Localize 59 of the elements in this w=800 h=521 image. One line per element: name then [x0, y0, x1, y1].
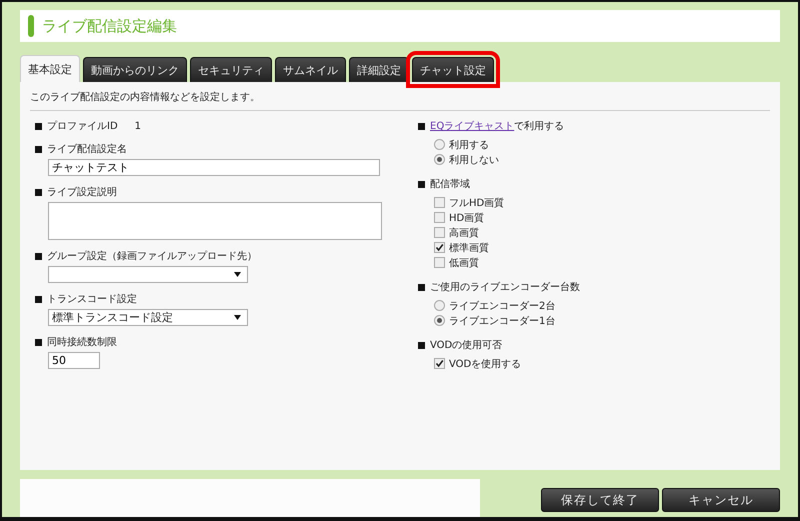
bullet-icon	[35, 122, 42, 130]
bullet-icon	[35, 296, 42, 302]
checkbox[interactable]	[434, 212, 445, 223]
input-field[interactable]: チャットテスト	[48, 159, 380, 176]
field-label: VODの使用可否	[430, 339, 502, 352]
option-label: ライブエンコーダー1台	[449, 314, 556, 328]
bullet-icon	[418, 180, 425, 188]
bullet-icon	[418, 284, 425, 290]
tab[interactable]: セキュリティ	[190, 57, 272, 82]
tab[interactable]: 詳細設定	[349, 57, 409, 82]
field-label: 同時接続数制限	[47, 336, 117, 349]
bullet-icon	[35, 338, 42, 346]
input-field[interactable]: 50	[48, 352, 100, 369]
text-area[interactable]	[48, 202, 382, 240]
bullet-icon	[418, 342, 425, 348]
option-label: 低画質	[449, 256, 479, 270]
option-label: ライブエンコーダー2台	[449, 300, 556, 312]
select-dropdown[interactable]	[48, 266, 248, 283]
accent-bar-icon	[28, 15, 34, 37]
tab[interactable]: サムネイル	[275, 57, 346, 82]
radio-button[interactable]	[434, 154, 445, 165]
option-label: VODを使用する	[449, 358, 522, 370]
field-label: ご使用のライブエンコーダー台数	[430, 280, 580, 294]
checkbox[interactable]	[434, 227, 445, 238]
tab[interactable]: 動画からのリンク	[83, 57, 187, 82]
option-label: 利用する	[449, 138, 489, 152]
link[interactable]: EQライブキャスト	[430, 121, 514, 132]
option-label: フルHD画質	[449, 196, 504, 210]
description-text: このライブ配信設定の内容情報などを設定します。	[30, 90, 261, 104]
caret-icon	[234, 272, 241, 277]
bullet-icon	[418, 122, 425, 130]
field-label: プロファイルID	[47, 120, 118, 133]
checkbox[interactable]	[434, 257, 445, 268]
radio-button[interactable]	[434, 139, 445, 150]
field-label: ライブ配信設定名	[47, 142, 127, 156]
field-label: 配信帯域	[430, 178, 470, 191]
checkbox[interactable]	[434, 242, 445, 253]
action-button[interactable]: キャンセル	[662, 488, 780, 512]
option-label: 高画質	[449, 226, 479, 240]
field-label: EQライブキャスト で利用する	[430, 120, 564, 133]
option-label: HD画質	[449, 212, 484, 224]
select-dropdown[interactable]: 標準トランスコード設定	[48, 309, 248, 326]
bullet-icon	[35, 252, 42, 260]
radio-button[interactable]	[434, 315, 445, 326]
caret-icon	[234, 315, 241, 320]
radio-button[interactable]	[434, 300, 445, 311]
checkbox[interactable]	[434, 358, 445, 369]
bullet-icon	[35, 146, 42, 152]
field-label: ライブ設定説明	[47, 186, 117, 199]
option-label: 標準画質	[449, 242, 489, 254]
bullet-icon	[35, 188, 42, 196]
option-label: 利用しない	[449, 154, 499, 166]
checkbox[interactable]	[434, 197, 445, 208]
field-value: 1	[134, 120, 142, 132]
field-label: グループ設定（録画ファイルアップロード先）	[47, 250, 257, 263]
action-button[interactable]: 保存して終了	[541, 488, 659, 512]
tab[interactable]: 基本設定	[20, 55, 80, 82]
field-label: トランスコード設定	[47, 292, 137, 306]
page-title: ライブ配信設定編集	[42, 16, 177, 36]
